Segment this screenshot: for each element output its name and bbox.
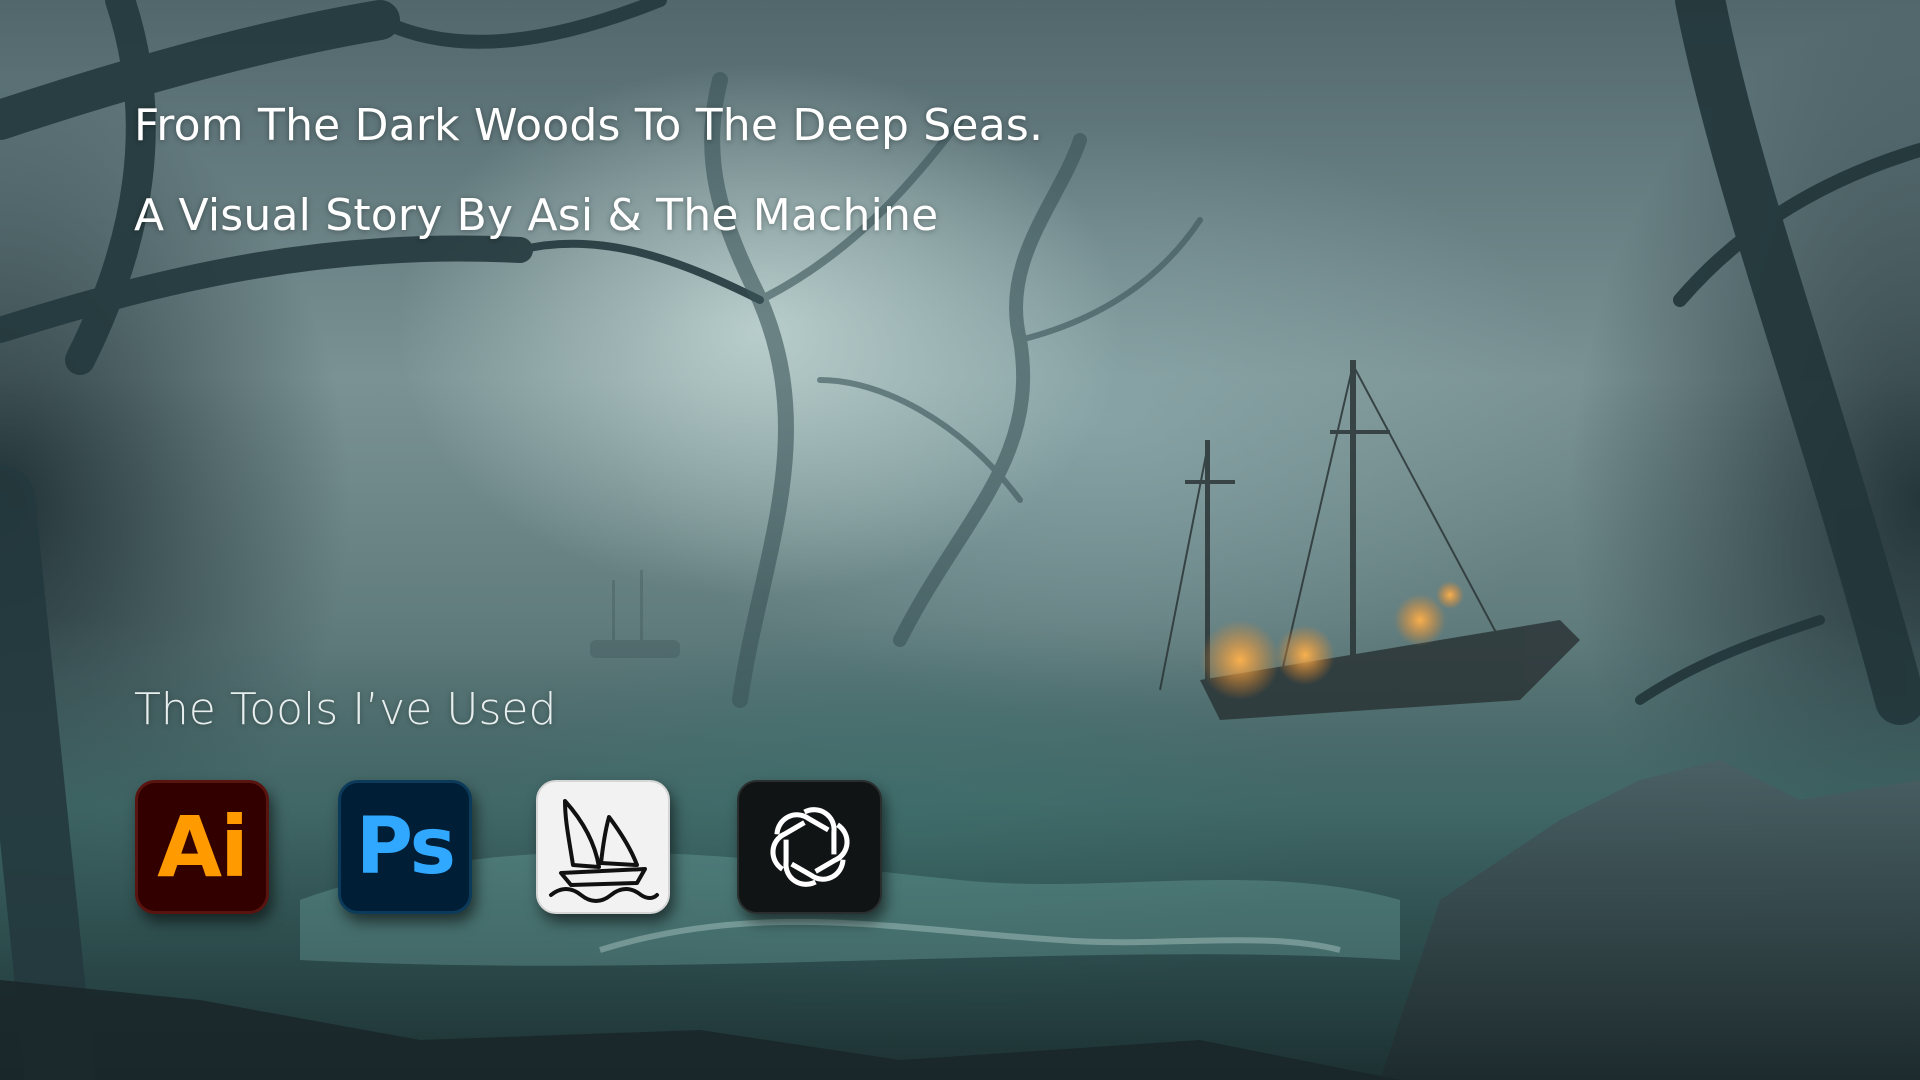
adobe-illustrator-label: Ai <box>157 798 249 896</box>
background-illustration <box>0 0 1920 1080</box>
adobe-photoshop-icon[interactable]: Ps <box>338 780 472 914</box>
title-line-2: A Visual Story By Asi & The Machine <box>134 190 939 241</box>
midjourney-sailboat-icon[interactable] <box>536 780 670 914</box>
center-trees <box>704 72 1203 708</box>
openai-knot-icon <box>764 801 856 893</box>
sailboat-icon <box>549 799 659 903</box>
slide: From The Dark Woods To The Deep Seas. A … <box>0 0 1920 1080</box>
adobe-photoshop-label: Ps <box>355 802 456 892</box>
title-line-1: From The Dark Woods To The Deep Seas. <box>134 100 1044 151</box>
right-trees <box>1635 0 1920 725</box>
adobe-illustrator-icon[interactable]: Ai <box>135 780 269 914</box>
tools-heading: The Tools I’ve Used <box>134 684 557 735</box>
distant-ship <box>590 570 680 658</box>
openai-chatgpt-icon[interactable] <box>737 780 882 914</box>
